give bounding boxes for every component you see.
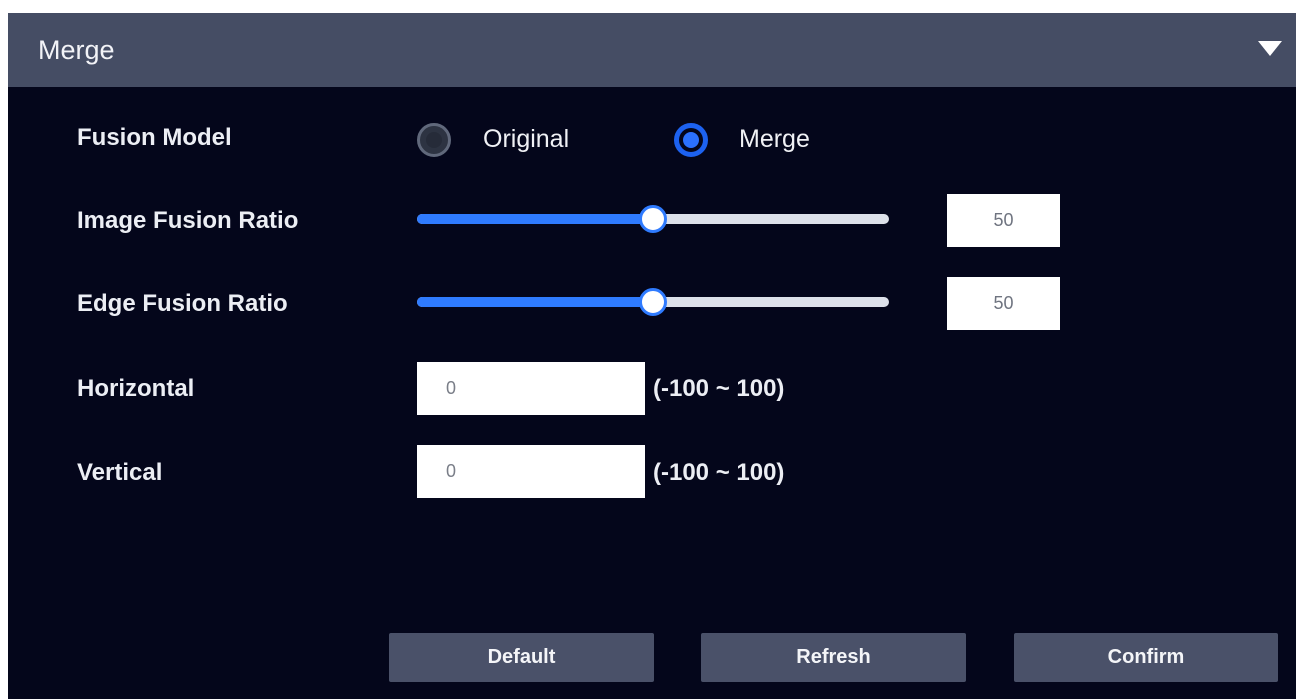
vertical-label: Vertical [77,459,163,486]
merge-panel: Merge Fusion Model Original Merge Image … [8,13,1296,699]
image-fusion-ratio-value[interactable]: 50 [947,194,1060,247]
confirm-button[interactable]: Confirm [1014,633,1278,682]
panel-header[interactable]: Merge [8,13,1296,87]
vertical-input[interactable]: 0 [417,445,645,498]
image-fusion-ratio-slider[interactable] [417,205,889,233]
edge-fusion-ratio-slider[interactable] [417,288,889,316]
radio-original-label[interactable]: Original [483,124,569,154]
refresh-button[interactable]: Refresh [701,633,966,682]
vertical-range-hint: (-100 ~ 100) [653,459,785,486]
slider-fill [417,214,653,224]
fusion-model-label: Fusion Model [77,124,232,151]
slider-fill [417,297,653,307]
slider-thumb[interactable] [639,205,667,233]
slider-thumb[interactable] [639,288,667,316]
default-button[interactable]: Default [389,633,654,682]
image-fusion-ratio-label: Image Fusion Ratio [77,207,299,234]
triangle-down-icon[interactable] [1258,41,1282,56]
edge-fusion-ratio-label: Edge Fusion Ratio [77,290,288,317]
edge-fusion-ratio-value[interactable]: 50 [947,277,1060,330]
radio-merge[interactable] [674,123,708,157]
panel-title: Merge [38,35,115,65]
horizontal-label: Horizontal [77,375,195,402]
radio-original[interactable] [417,123,451,157]
horizontal-range-hint: (-100 ~ 100) [653,375,785,402]
horizontal-input[interactable]: 0 [417,362,645,415]
radio-merge-label[interactable]: Merge [739,124,810,154]
